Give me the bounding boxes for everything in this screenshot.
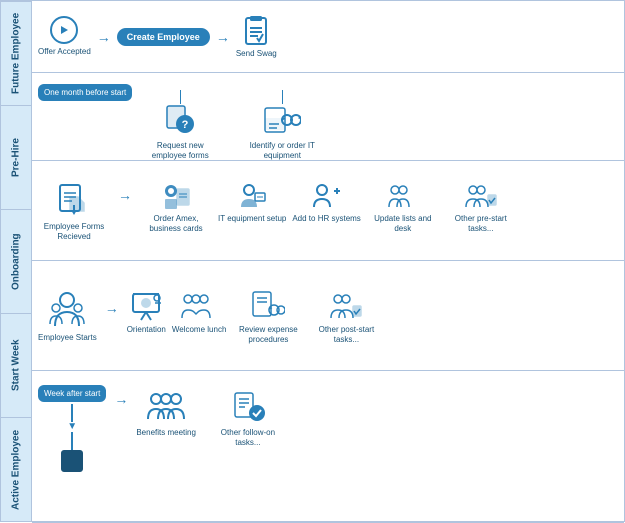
lane-onboarding-content: Employee Forms Recieved → — [38, 179, 618, 241]
employee-starts-icon — [48, 290, 86, 330]
it-setup-label: IT equipment setup — [218, 214, 286, 224]
lane-prehire: One month before start — [32, 73, 624, 161]
lanes-content: Offer Accepted → Create Employee → — [31, 1, 624, 521]
offer-accepted-label: Offer Accepted — [38, 47, 91, 57]
lane-label-active: Active Employee — [1, 417, 31, 521]
welcome-lunch-item: Welcome lunch — [172, 290, 227, 335]
lane-future: Offer Accepted → Create Employee → — [32, 1, 624, 73]
other-followon-item: Other follow-on tasks... — [212, 389, 284, 447]
lane-onboarding: Employee Forms Recieved → — [32, 161, 624, 261]
diagram-container: Future Employee Pre-Hire Onboarding Star… — [0, 0, 625, 522]
it-setup-item: IT equipment setup — [218, 181, 286, 224]
lane-label-future: Future Employee — [1, 1, 31, 105]
other-prestart-item: Other pre-start tasks... — [445, 181, 517, 233]
request-forms-icon: ? — [163, 104, 197, 138]
welcome-lunch-label: Welcome lunch — [172, 325, 227, 335]
send-swag-icon — [240, 14, 272, 46]
lane-startweek: Employee Starts → — [32, 261, 624, 371]
offer-accepted-item: Offer Accepted — [38, 16, 91, 57]
lane-active: Week after start ▼ → — [32, 371, 624, 523]
lane-labels: Future Employee Pre-Hire Onboarding Star… — [1, 1, 31, 521]
arrow-1: → — [95, 29, 113, 45]
send-swag-label: Send Swag — [236, 49, 277, 59]
request-forms-item: ? Request new employee forms — [144, 104, 216, 160]
onboarding-items: Order Amex, business cards IT equipment … — [140, 181, 618, 233]
lane-future-content: Offer Accepted → Create Employee → — [38, 14, 618, 59]
order-amex-label: Order Amex, business cards — [140, 214, 212, 233]
benefits-meeting-label: Benefits meeting — [136, 428, 196, 438]
week-after-rect: Week after start — [38, 385, 106, 402]
one-month-item: One month before start — [38, 84, 132, 101]
forms-received-label: Employee Forms Recieved — [38, 222, 110, 241]
other-poststart-item: Other post-start tasks... — [310, 290, 382, 344]
other-poststart-label: Other post-start tasks... — [310, 325, 382, 344]
other-followon-label: Other follow-on tasks... — [212, 428, 284, 447]
create-employee-btn[interactable]: Create Employee — [117, 28, 210, 46]
active-items: Benefits meeting Other follow-on tasks. — [136, 389, 618, 447]
arrow-2: → — [214, 29, 232, 45]
identify-it-label: Identify or order IT equipment — [246, 141, 318, 160]
add-hr-label: Add to HR systems — [292, 214, 360, 224]
lane-active-content: Week after start ▼ → — [38, 379, 618, 472]
orientation-item: Orientation — [127, 290, 166, 335]
forms-received-icon — [56, 183, 92, 219]
lane-label-startweek: Start Week — [1, 313, 31, 417]
employee-starts-item: Employee Starts — [38, 290, 97, 343]
update-lists-label: Update lists and desk — [367, 214, 439, 233]
one-month-rect: One month before start — [38, 84, 132, 101]
employee-starts-label: Employee Starts — [38, 333, 97, 343]
add-hr-item: Add to HR systems — [292, 181, 360, 224]
arrow-startweek-1: → — [103, 300, 121, 316]
start-event — [50, 16, 78, 44]
orientation-label: Orientation — [127, 325, 166, 335]
forms-received-item: Employee Forms Recieved — [38, 183, 110, 241]
request-forms-label: Request new employee forms — [144, 141, 216, 160]
lane-label-onboarding: Onboarding — [1, 209, 31, 313]
arrow-onboard-1: → — [116, 187, 134, 203]
benefits-meeting-item: Benefits meeting — [136, 389, 196, 438]
arrow-active-1: → — [112, 391, 130, 407]
review-expense-item: Review expense procedures — [232, 290, 304, 344]
lane-startweek-content: Employee Starts → — [38, 286, 618, 344]
startweek-items: Orientation Welcome lunch — [127, 290, 618, 344]
svg-text:?: ? — [182, 119, 189, 131]
create-employee-item[interactable]: Create Employee — [117, 28, 210, 46]
order-amex-item: Order Amex, business cards — [140, 181, 212, 233]
send-swag-item: Send Swag — [236, 14, 277, 59]
review-expense-label: Review expense procedures — [232, 325, 304, 344]
lane-label-prehire: Pre-Hire — [1, 105, 31, 209]
identify-it-item: Identify or order IT equipment — [246, 104, 318, 160]
identify-it-icon — [263, 104, 301, 138]
other-prestart-label: Other pre-start tasks... — [445, 214, 517, 233]
lane-prehire-content: One month before start — [38, 72, 618, 160]
update-lists-item: Update lists and desk — [367, 181, 439, 233]
end-event — [61, 450, 83, 472]
